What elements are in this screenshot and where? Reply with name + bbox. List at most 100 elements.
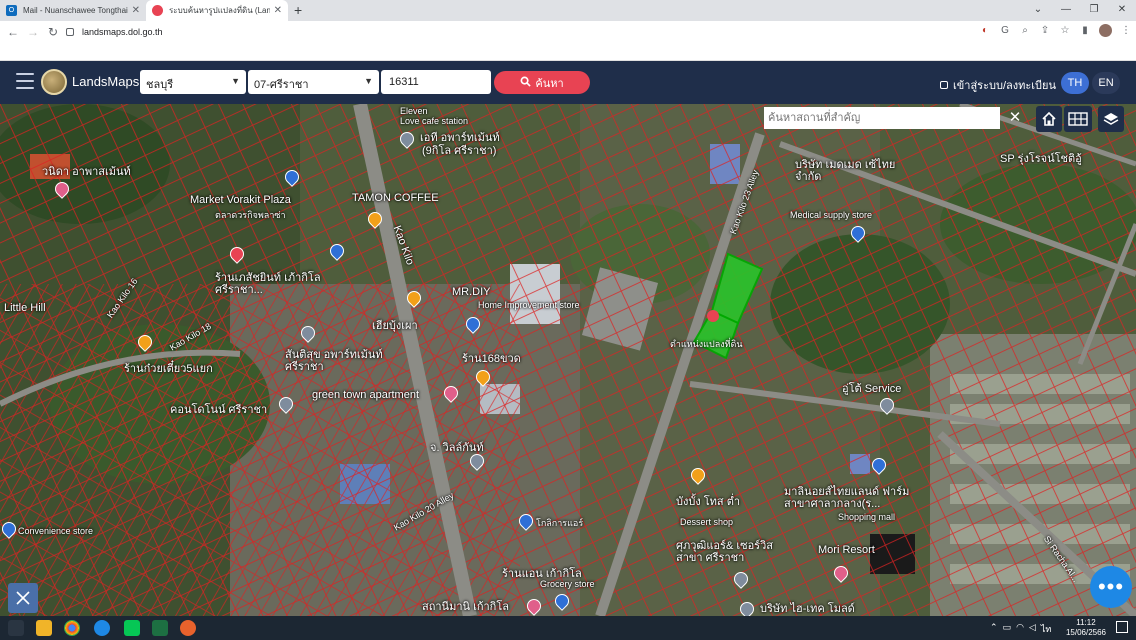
measure-tool-button[interactable] <box>8 583 38 613</box>
map-label: สถานีมานิ เก้ากิโล <box>422 601 509 613</box>
close-window-button[interactable]: ✕ <box>1108 0 1136 21</box>
forward-icon[interactable]: → <box>23 25 43 39</box>
bookmark-star-icon[interactable]: ☆ <box>1059 25 1071 37</box>
search-button[interactable]: ค้นหา <box>494 71 590 94</box>
map-label: ร้าน168ขวด <box>462 353 521 365</box>
file-explorer-icon[interactable] <box>36 620 52 636</box>
map-label: โกลิการแอร์ <box>536 518 584 528</box>
extension-icon[interactable]: ◐ <box>979 25 991 37</box>
lang-th-button[interactable]: TH <box>1061 72 1089 94</box>
chrome-icon[interactable] <box>64 620 80 636</box>
province-select[interactable]: ชลบุรี ▼ <box>140 70 246 94</box>
app-header: LandsMaps ชลบุรี ▼ 07-ศรีราชา ▼ ค้นหา เข… <box>0 61 1136 104</box>
menu-kebab-icon[interactable]: ⋮ <box>1120 25 1132 37</box>
lock-icon <box>66 27 74 36</box>
brand-name: LandsMaps <box>72 74 140 89</box>
close-icon[interactable]: ✕ <box>1003 107 1027 129</box>
home-icon <box>1042 111 1056 126</box>
reload-icon[interactable]: ↻ <box>43 25 63 39</box>
sidebar-icon[interactable]: ▮ <box>1079 25 1091 37</box>
map-label: green town apartment <box>312 389 420 401</box>
bookmarks-bar-area <box>0 43 1136 61</box>
layers-icon <box>1103 113 1119 125</box>
map-label: Market Vorakit Plaza <box>190 194 291 206</box>
map-label: ตำแหน่งแปลงที่ดิน <box>670 339 743 349</box>
back-icon[interactable]: ← <box>3 25 23 39</box>
browser-tab-strip: O Mail - Nuanschawee Tongthai - C ✕ ระบบ… <box>0 0 1136 21</box>
browser-toolbar: ◐ G ⌕ ⇪ ☆ ▮ ⋮ <box>979 24 1132 37</box>
map-label: Little Hill <box>4 302 46 314</box>
map-label: Medical supply store <box>790 210 873 220</box>
map-pin-icon <box>152 5 163 16</box>
chevron-up-icon[interactable]: ⌃ <box>990 622 998 636</box>
window-controls: ⌄ — ❐ ✕ <box>1024 0 1136 21</box>
clock[interactable]: 11:12 15/06/2566 <box>1066 618 1106 638</box>
wifi-icon[interactable]: ◠ <box>1016 622 1024 636</box>
network-icon[interactable]: ▭ <box>1003 622 1012 636</box>
map-label: สันติสุข อพาร์ทเม้นท์ ศรีราชา <box>285 349 383 373</box>
share-icon[interactable]: ⇪ <box>1039 25 1051 37</box>
tab-landsmaps[interactable]: ระบบค้นหารูปแปลงที่ดิน (LandsMaps) ✕ <box>146 0 288 21</box>
map-label: วนิดา อาพาสเม้นท์ <box>42 166 131 178</box>
map-label: TAMON COFFEE <box>352 192 439 204</box>
tab-mail[interactable]: O Mail - Nuanschawee Tongthai - C ✕ <box>0 0 146 21</box>
hamburger-menu-icon[interactable] <box>16 73 34 89</box>
minimize-button[interactable]: — <box>1052 0 1080 21</box>
chevron-down-icon: ▼ <box>231 76 240 86</box>
url-field[interactable]: landsmaps.dol.go.th <box>66 23 971 40</box>
lock-icon <box>940 81 948 89</box>
chevron-down-icon: ▼ <box>364 76 373 86</box>
search-icon[interactable] <box>8 620 24 636</box>
zoom-icon[interactable]: ⌕ <box>1019 25 1031 37</box>
map-label: บริษัท เมดเมด เซ้ไทย จำกัด <box>795 159 896 183</box>
map-label: Shopping mall <box>838 512 896 522</box>
profile-avatar[interactable] <box>1099 24 1112 37</box>
map-label: บังบั้ง โทส ต่ำ <box>676 496 741 508</box>
restore-button[interactable]: ❐ <box>1080 0 1108 21</box>
map-label: SP รุ่งโรจน์โชติอู้ <box>1000 153 1082 165</box>
map-label: เฮียบุ้งเผา <box>372 320 418 332</box>
map-canvas[interactable]: Eleven Love cafe station เอที อพาร์ทเม้น… <box>0 104 1136 616</box>
province-value: ชลบุรี <box>146 79 174 91</box>
address-bar: ← → ↻ landsmaps.dol.go.th ◐ G ⌕ ⇪ ☆ ▮ ⋮ <box>0 21 1136 43</box>
map-label: ร้านเภสัชยินท์ เภ้ากิโล ศรีราชา... <box>215 272 321 296</box>
tab-title: Mail - Nuanschawee Tongthai - C <box>23 6 128 15</box>
lang-en-button[interactable]: EN <box>1092 72 1120 94</box>
district-value: 07-ศรีราชา <box>254 79 309 91</box>
close-tab-icon[interactable]: ✕ <box>274 5 282 16</box>
close-tab-icon[interactable]: ✕ <box>132 5 140 16</box>
place-search-input[interactable] <box>764 107 1000 129</box>
more-options-button[interactable]: ••• <box>1090 566 1132 608</box>
input-language-icon[interactable]: ไท <box>1041 622 1051 636</box>
notification-icon[interactable] <box>1116 621 1128 633</box>
map-label: MR.DIY <box>452 286 491 298</box>
app-icon[interactable] <box>180 620 196 636</box>
map-label: ตลาดวรกิจพลาซ่า <box>215 210 286 220</box>
excel-icon[interactable] <box>152 620 168 636</box>
parcel-number-input[interactable] <box>381 70 491 94</box>
grid-button[interactable] <box>1064 106 1092 132</box>
home-button[interactable] <box>1036 106 1062 132</box>
edge-icon[interactable] <box>94 620 110 636</box>
map-label: Mori Resort <box>818 544 875 556</box>
tab-search-icon[interactable]: ⌄ <box>1024 0 1052 21</box>
line-icon[interactable] <box>124 620 140 636</box>
district-select[interactable]: 07-ศรีราชา ▼ <box>248 70 379 94</box>
new-tab-button[interactable]: + <box>294 2 302 18</box>
ellipsis-icon: ••• <box>1097 574 1125 599</box>
map-label: ร้านก๋วยเตี๋ยว5แยก <box>124 363 213 375</box>
ruler-icon <box>16 591 30 605</box>
search-label: ค้นหา <box>535 77 564 90</box>
outlook-icon: O <box>6 5 17 16</box>
search-icon <box>520 76 532 90</box>
map-label: อู่โต้ Service <box>842 383 902 395</box>
landsmaps-logo <box>41 69 67 95</box>
login-link[interactable]: เข้าสู่ระบบ/ลงทะเบียน <box>940 76 1056 94</box>
map-label: มาลินอยส์ไทยแลนด์ ฟาร์ม สาขาศาลากลาง(ร..… <box>784 486 910 510</box>
google-icon[interactable]: G <box>999 25 1011 37</box>
map-label: Grocery store <box>540 579 595 589</box>
volume-icon[interactable]: ◁ <box>1029 622 1036 636</box>
map-label: Eleven <box>400 106 428 116</box>
map-label: Convenience store <box>18 526 94 536</box>
layers-button[interactable] <box>1098 106 1124 132</box>
